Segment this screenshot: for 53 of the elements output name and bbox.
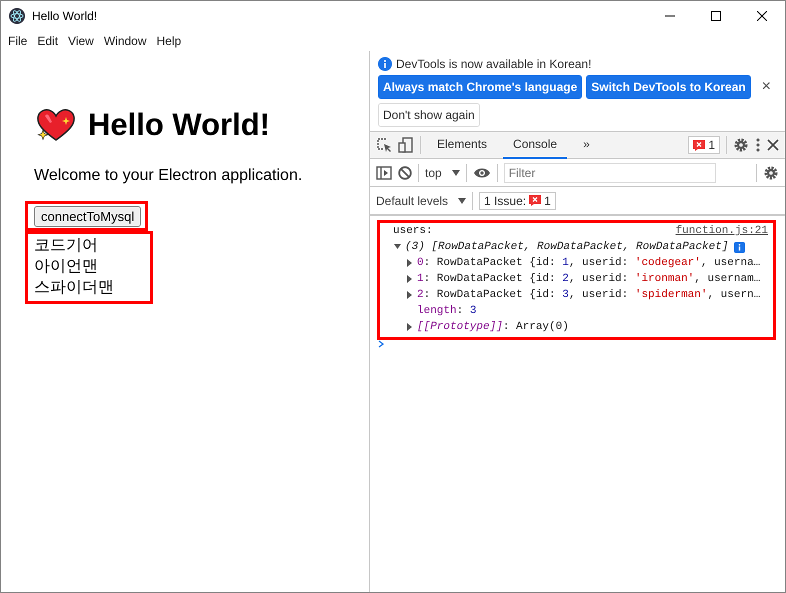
menu-item[interactable]: Window (98, 34, 152, 48)
object-property: 0: RowDataPacket {id: 1, userid: 'codegear', userna… (417, 257, 760, 269)
app-logo-icon (9, 8, 25, 24)
eye-icon[interactable] (472, 166, 491, 178)
menu-item[interactable]: File (3, 34, 32, 48)
inspect-icon[interactable] (376, 137, 392, 153)
close-icon (757, 11, 767, 21)
error-icon (529, 195, 542, 206)
infobar-button[interactable]: Switch DevTools to Korean (586, 75, 751, 99)
sparkling-heart-icon (36, 108, 76, 142)
connect-button[interactable]: connectToMysql (34, 206, 142, 227)
more-tabs-button[interactable]: » (573, 132, 600, 158)
clear-console-icon[interactable] (398, 166, 412, 180)
info-icon (734, 242, 746, 252)
close-icon[interactable] (767, 139, 779, 151)
settings-icon[interactable] (763, 164, 779, 180)
close-button[interactable]: × (756, 78, 777, 96)
object-property: length: 3 (417, 305, 476, 317)
filter-field[interactable]: Filter (504, 162, 716, 182)
object-property: 2: RowDataPacket {id: 3, userid: 'spiderman', usern… (417, 289, 760, 301)
menu-item[interactable]: Edit (32, 34, 64, 48)
sidebar-toggle-icon[interactable] (376, 166, 392, 180)
welcome-text: Welcome to your Electron application. (34, 167, 302, 185)
user-name: 스파이더맨 (34, 276, 115, 297)
object-property: [[Prototype]]: Array(0) (417, 321, 569, 333)
issues-button[interactable]: 1 Issue: 1 (479, 192, 556, 210)
error-count-badge[interactable]: 1 (688, 136, 720, 154)
caret-icon (452, 170, 460, 176)
menu-item[interactable]: View (63, 34, 99, 48)
log-label: users: (393, 225, 433, 237)
menu-item[interactable]: Help (152, 34, 186, 48)
user-name: 아이언맨 (34, 255, 99, 276)
settings-icon[interactable] (733, 137, 749, 153)
more-options-icon[interactable] (755, 137, 761, 153)
device-toolbar-icon[interactable] (398, 137, 414, 153)
maximize-icon (711, 11, 721, 21)
source-link[interactable]: function.js:21 (676, 225, 768, 237)
object-property: 1: RowDataPacket {id: 2, userid: 'ironman', usernam… (417, 273, 760, 285)
prompt-icon (378, 340, 384, 348)
log-levels-dropdown[interactable]: Default levels (376, 194, 448, 208)
window-title: Hello World! (32, 9, 98, 23)
expand-triangle-icon[interactable] (393, 243, 403, 251)
devtools-tab[interactable]: Elements (427, 132, 498, 158)
info-icon (378, 57, 392, 71)
error-icon (693, 140, 706, 150)
array-summary: (3) [RowDataPacket, RowDataPacket, RowDataPacket] (405, 241, 728, 253)
user-name: 코드기어 (34, 234, 99, 255)
infobar-button[interactable]: Don't show again (378, 103, 480, 127)
page-heading: Hello World! (88, 107, 270, 143)
infobar-button[interactable]: Always match Chrome's language (378, 75, 582, 99)
caret-icon (458, 198, 466, 204)
info-message: DevTools is now available in Korean! (396, 57, 592, 71)
context-selector[interactable]: top (425, 166, 442, 180)
